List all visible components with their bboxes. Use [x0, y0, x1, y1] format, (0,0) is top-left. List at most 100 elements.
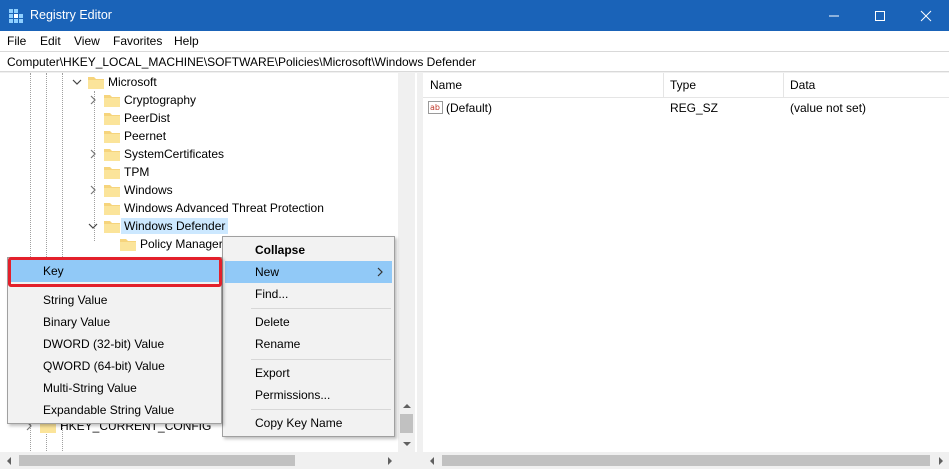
arrow-right-icon: [387, 456, 392, 465]
folder-icon: [104, 131, 120, 143]
submenu-item-dword-value[interactable]: DWORD (32-bit) Value: [10, 333, 219, 355]
chevron-right-icon[interactable]: [88, 185, 98, 195]
menu-item-copy-key-name[interactable]: Copy Key Name: [225, 412, 392, 434]
column-header: Name Type Data: [423, 73, 949, 98]
menu-edit[interactable]: Edit: [40, 34, 61, 48]
scroll-left-arrow[interactable]: [0, 452, 17, 469]
tree-node-label: Microsoft: [108, 75, 157, 89]
menu-item-label: Export: [255, 366, 290, 380]
address-bar[interactable]: Computer\HKEY_LOCAL_MACHINE\SOFTWARE\Pol…: [0, 51, 949, 72]
arrow-left-icon: [429, 456, 434, 465]
tree-node-policy-manager[interactable]: Policy Manager: [104, 235, 223, 253]
column-name[interactable]: Name: [430, 78, 462, 92]
tree-node-label: Windows Advanced Threat Protection: [124, 201, 324, 215]
menu-item-label: Rename: [255, 337, 301, 351]
chevron-down-icon[interactable]: [72, 77, 82, 87]
menu-item-delete[interactable]: Delete: [225, 311, 392, 333]
tree-node-windows-advanced-threat-protection[interactable]: Windows Advanced Threat Protection: [88, 199, 324, 217]
submenu-item-multi-string-value[interactable]: Multi-String Value: [10, 377, 219, 399]
column-type[interactable]: Type: [670, 78, 696, 92]
column-divider[interactable]: [663, 73, 664, 98]
menu-item-rename[interactable]: Rename: [225, 333, 392, 355]
menu-view[interactable]: View: [74, 34, 100, 48]
column-divider[interactable]: [783, 73, 784, 98]
value-row[interactable]: ab (Default) REG_SZ (value not set): [423, 99, 949, 117]
scroll-right-arrow[interactable]: [932, 452, 949, 469]
menu-file[interactable]: File: [7, 34, 26, 48]
tree-node-systemcertificates[interactable]: SystemCertificates: [88, 145, 224, 163]
scrollbar-thumb[interactable]: [19, 455, 295, 466]
minimize-icon: [829, 15, 839, 16]
menu-bar: File Edit View Favorites Help: [0, 31, 949, 51]
menu-item-label: DWORD (32-bit) Value: [43, 337, 165, 351]
menu-item-find[interactable]: Find...: [225, 283, 392, 305]
menu-favorites[interactable]: Favorites: [113, 34, 162, 48]
menu-item-collapse[interactable]: Collapse: [225, 239, 392, 261]
chevron-right-icon[interactable]: [88, 95, 98, 105]
submenu-item-binary-value[interactable]: Binary Value: [10, 311, 219, 333]
submenu-item-qword-value[interactable]: QWORD (64-bit) Value: [10, 355, 219, 377]
menu-item-label: QWORD (64-bit) Value: [43, 359, 165, 373]
menu-help[interactable]: Help: [174, 34, 199, 48]
scrollbar-thumb[interactable]: [442, 455, 930, 466]
tree-node-label: Policy Manager: [140, 237, 223, 251]
menu-item-new[interactable]: New: [225, 261, 392, 283]
tree-node-tpm[interactable]: TPM: [88, 163, 149, 181]
tree-node-cryptography[interactable]: Cryptography: [88, 91, 196, 109]
folder-icon: [104, 167, 120, 179]
maximize-button[interactable]: [857, 0, 903, 31]
folder-icon: [104, 185, 120, 197]
menu-separator: [251, 308, 391, 309]
registry-app-icon: [9, 9, 23, 23]
chevron-down-icon[interactable]: [88, 221, 98, 231]
tree-node-microsoft[interactable]: Microsoft: [72, 73, 157, 91]
folder-icon: [104, 149, 120, 161]
menu-separator: [251, 409, 391, 410]
highlight-box: [8, 257, 222, 287]
scroll-right-arrow[interactable]: [381, 452, 398, 469]
tree-node-peernet[interactable]: Peernet: [88, 127, 166, 145]
arrow-left-icon: [6, 456, 11, 465]
chevron-right-icon[interactable]: [88, 149, 98, 159]
submenu-item-string-value[interactable]: String Value: [10, 289, 219, 311]
scrollbar-thumb[interactable]: [400, 414, 413, 433]
value-name: (Default): [446, 101, 493, 115]
tree-node-windows-defender[interactable]: Windows Defender: [88, 217, 229, 235]
column-data[interactable]: Data: [790, 78, 815, 92]
folder-icon: [104, 221, 120, 233]
string-value-icon: ab: [428, 101, 443, 114]
window-title: Registry Editor: [30, 8, 112, 22]
menu-item-label: String Value: [43, 293, 108, 307]
tree-node-windows[interactable]: Windows: [88, 181, 173, 199]
scroll-up-arrow[interactable]: [398, 397, 415, 414]
menu-item-label: Collapse: [255, 243, 306, 257]
menu-item-export[interactable]: Export: [225, 362, 392, 384]
menu-item-permissions[interactable]: Permissions...: [225, 384, 392, 406]
scroll-left-arrow[interactable]: [423, 452, 440, 469]
tree-node-peerdist[interactable]: PeerDist: [88, 109, 170, 127]
menu-separator: [251, 359, 391, 360]
values-horizontal-scrollbar[interactable]: [423, 452, 949, 469]
close-button[interactable]: [903, 0, 949, 31]
tree-node-label: TPM: [124, 165, 150, 179]
menu-item-label: Permissions...: [255, 388, 331, 402]
title-bar: Registry Editor: [0, 0, 949, 31]
menu-item-label: Binary Value: [43, 315, 111, 329]
svg-text:ab: ab: [430, 103, 440, 112]
chevron-right-icon: [377, 267, 383, 277]
tree-node-label: Windows Defender: [121, 218, 229, 234]
values-pane[interactable]: Name Type Data ab (Default) REG_SZ (valu…: [423, 73, 949, 469]
menu-item-label: Delete: [255, 315, 290, 329]
submenu-item-expandable-string-value[interactable]: Expandable String Value: [10, 399, 219, 421]
minimize-button[interactable]: [811, 0, 857, 31]
scroll-down-arrow[interactable]: [398, 435, 415, 452]
menu-item-label: Expandable String Value: [43, 403, 175, 417]
arrow-right-icon: [938, 456, 943, 465]
menu-item-label: Copy Key Name: [255, 416, 343, 430]
folder-icon: [88, 77, 104, 89]
value-type: REG_SZ: [670, 101, 719, 115]
tree-horizontal-scrollbar[interactable]: [0, 452, 417, 469]
folder-icon: [120, 239, 136, 251]
tree-node-label: Windows: [124, 183, 173, 197]
tree-vertical-scrollbar[interactable]: [398, 73, 415, 452]
